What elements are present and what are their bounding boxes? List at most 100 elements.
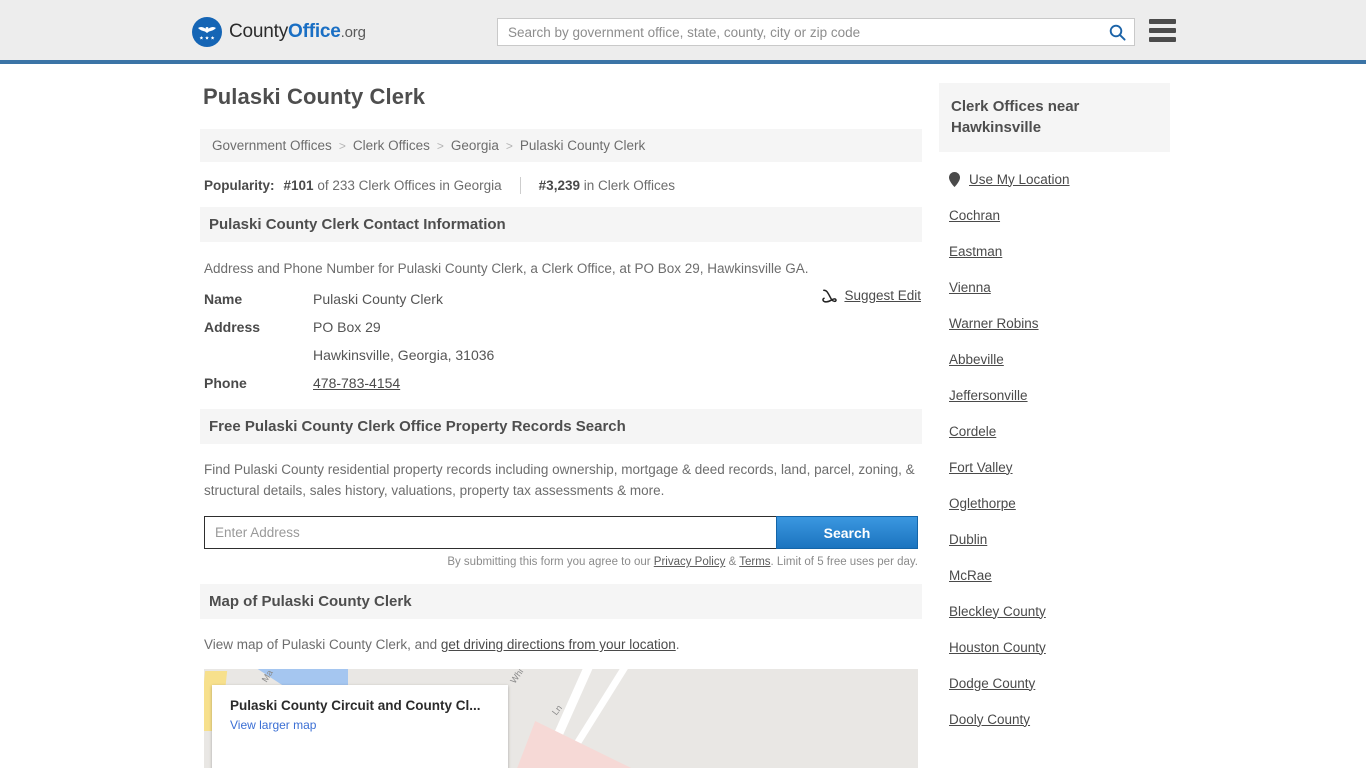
- sidebar: Clerk Offices near Hawkinsville Use My L…: [939, 83, 1170, 737]
- sidebar-link[interactable]: Bleckley County: [949, 604, 1046, 619]
- breadcrumb-item-government-offices[interactable]: Government Offices: [212, 138, 332, 153]
- sidebar-link[interactable]: McRae: [949, 568, 992, 583]
- sidebar-item-abbeville[interactable]: Abbeville: [949, 341, 1170, 377]
- contact-value-address: PO Box 29: [313, 319, 381, 335]
- breadcrumb-item-current: Pulaski County Clerk: [519, 138, 646, 153]
- sidebar-item-houston-county[interactable]: Houston County: [949, 629, 1170, 665]
- sidebar-link[interactable]: Dodge County: [949, 676, 1035, 691]
- sidebar-link[interactable]: Warner Robins: [949, 316, 1039, 331]
- sidebar-item-bleckley-county[interactable]: Bleckley County: [949, 593, 1170, 629]
- breadcrumb-separator-icon: >: [436, 138, 444, 153]
- popularity-state-suffix: of 233 Clerk Offices in Georgia: [317, 178, 502, 193]
- page-title: Pulaski County Clerk: [203, 84, 426, 109]
- hamburger-bar: [1149, 19, 1176, 24]
- legal-note-suffix: . Limit of 5 free uses per day.: [770, 556, 918, 568]
- property-search-heading: Free Pulaski County Clerk Office Propert…: [200, 409, 922, 444]
- sidebar-item-cordele[interactable]: Cordele: [949, 413, 1170, 449]
- popularity-national-rank: #3,239: [538, 178, 580, 193]
- sidebar-item-dublin[interactable]: Dublin: [949, 521, 1170, 557]
- map-embed[interactable]: Ma Whi Ln Pulaski County Circuit and Cou…: [204, 669, 918, 768]
- breadcrumb-item-georgia[interactable]: Georgia: [451, 138, 499, 153]
- contact-value-name: Pulaski County Clerk: [313, 291, 443, 307]
- contact-section-heading: Pulaski County Clerk Contact Information: [200, 207, 922, 242]
- contact-row-phone: Phone 478-783-4154: [204, 375, 918, 391]
- suggest-edit-button[interactable]: Suggest Edit: [822, 288, 921, 303]
- popularity-state-rank: #101: [283, 178, 314, 193]
- map-landuse-area: [504, 721, 634, 768]
- sidebar-item-vienna[interactable]: Vienna: [949, 269, 1170, 305]
- suggest-edit-label: Suggest Edit: [844, 288, 921, 303]
- sidebar-link[interactable]: Eastman: [949, 244, 1002, 259]
- phone-link[interactable]: 478-783-4154: [313, 375, 400, 391]
- suggest-edit-icon: [822, 288, 838, 303]
- contact-label-name: Name: [204, 291, 243, 307]
- contact-row-address: Address PO Box 29: [204, 319, 918, 335]
- sidebar-item-jeffersonville[interactable]: Jeffersonville: [949, 377, 1170, 413]
- sidebar-item-oglethorpe[interactable]: Oglethorpe: [949, 485, 1170, 521]
- hamburger-bar: [1149, 37, 1176, 42]
- privacy-policy-link[interactable]: Privacy Policy: [654, 556, 726, 568]
- contact-info-table: Suggest Edit Name Pulaski County Clerk A…: [200, 285, 922, 391]
- sidebar-link[interactable]: Houston County: [949, 640, 1046, 655]
- sidebar-heading: Clerk Offices near Hawkinsville: [939, 83, 1170, 152]
- terms-link[interactable]: Terms: [739, 556, 770, 568]
- sidebar-item-dooly-county[interactable]: Dooly County: [949, 701, 1170, 737]
- sidebar-nearby-list: Use My Location Cochran Eastman Vienna W…: [939, 152, 1170, 737]
- sidebar-item-eastman[interactable]: Eastman: [949, 233, 1170, 269]
- sidebar-item-cochran[interactable]: Cochran: [949, 197, 1170, 233]
- countyoffice-eagle-logo-icon: [192, 17, 222, 47]
- sidebar-link[interactable]: Jeffersonville: [949, 388, 1028, 403]
- map-info-card: Pulaski County Circuit and County Cl... …: [212, 685, 508, 768]
- map-section-heading: Map of Pulaski County Clerk: [200, 584, 922, 619]
- use-my-location-link[interactable]: Use My Location: [969, 172, 1070, 187]
- popularity-label: Popularity:: [204, 178, 275, 193]
- sidebar-link[interactable]: Vienna: [949, 280, 991, 295]
- sidebar-link[interactable]: Dublin: [949, 532, 987, 547]
- map-info-card-title: Pulaski County Circuit and County Cl...: [230, 698, 481, 713]
- search-submit-button[interactable]: [1100, 19, 1134, 45]
- sidebar-item-dodge-county[interactable]: Dodge County: [949, 665, 1170, 701]
- hamburger-bar: [1149, 28, 1176, 33]
- breadcrumb-separator-icon: >: [338, 138, 346, 153]
- sidebar-item-warner-robins[interactable]: Warner Robins: [949, 305, 1170, 341]
- property-search-form: Search: [200, 507, 922, 549]
- map-section-description: View map of Pulaski County Clerk, and ge…: [200, 619, 922, 655]
- sidebar-link[interactable]: Abbeville: [949, 352, 1004, 367]
- sidebar-item-fort-valley[interactable]: Fort Valley: [949, 449, 1170, 485]
- sidebar-link[interactable]: Oglethorpe: [949, 496, 1016, 511]
- logo-text-tld: .org: [340, 24, 366, 41]
- breadcrumb-item-clerk-offices[interactable]: Clerk Offices: [353, 138, 430, 153]
- site-logo-text: CountyOffice.org: [229, 21, 366, 43]
- driving-directions-link[interactable]: get driving directions from your locatio…: [441, 637, 676, 652]
- site-logo[interactable]: CountyOffice.org: [192, 17, 366, 47]
- view-larger-map-link[interactable]: View larger map: [230, 718, 494, 732]
- sidebar-item-mcrae[interactable]: McRae: [949, 557, 1170, 593]
- site-header: CountyOffice.org: [0, 0, 1366, 64]
- map-description-suffix: .: [675, 637, 680, 652]
- logo-text-county: County: [229, 21, 289, 42]
- sidebar-item-use-my-location[interactable]: Use My Location: [949, 161, 1170, 197]
- contact-row-name: Name Pulaski County Clerk: [204, 291, 918, 307]
- sidebar-link[interactable]: Cordele: [949, 424, 996, 439]
- sidebar-link[interactable]: Cochran: [949, 208, 1000, 223]
- sidebar-link[interactable]: Fort Valley: [949, 460, 1013, 475]
- search-input[interactable]: [498, 19, 1100, 45]
- property-search-button[interactable]: Search: [776, 516, 918, 549]
- property-search-legal-note: By submitting this form you agree to our…: [200, 549, 922, 568]
- sidebar-link[interactable]: Dooly County: [949, 712, 1030, 727]
- popularity-row: Popularity: #101 of 233 Clerk Offices in…: [200, 162, 922, 207]
- property-address-input[interactable]: [204, 516, 776, 549]
- legal-note-amp: &: [728, 556, 737, 568]
- popularity-divider: [519, 177, 521, 194]
- hamburger-menu-icon[interactable]: [1149, 19, 1176, 42]
- legal-note-prefix: By submitting this form you agree to our: [447, 556, 651, 568]
- map-pin-icon: [949, 171, 960, 187]
- popularity-national-suffix: in Clerk Offices: [583, 178, 676, 193]
- main-content-column: Pulaski County Clerk Government Offices …: [200, 84, 922, 768]
- search-icon: [1109, 24, 1126, 41]
- map-street-label: Whi: [508, 669, 526, 686]
- contact-section-description: Address and Phone Number for Pulaski Cou…: [204, 261, 809, 276]
- logo-text-office: Office: [288, 21, 341, 42]
- contact-row-city-state-zip: Hawkinsville, Georgia, 31036: [204, 347, 918, 363]
- contact-value-city-state-zip: Hawkinsville, Georgia, 31036: [313, 347, 495, 363]
